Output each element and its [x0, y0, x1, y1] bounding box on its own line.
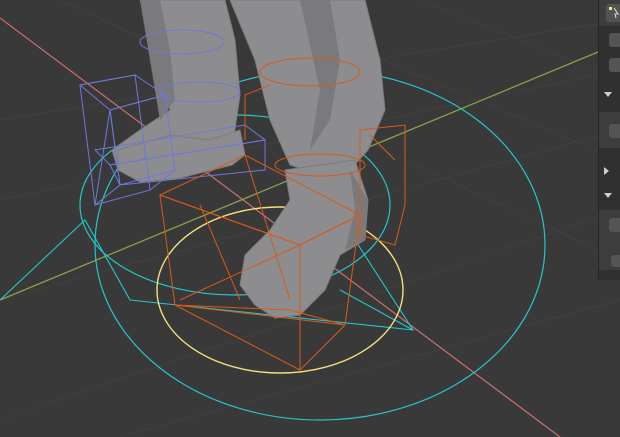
tool-icon-3[interactable]	[609, 124, 620, 138]
collapse-arrow-icon-2[interactable]	[604, 193, 612, 198]
collapse-arrow-icon[interactable]	[604, 92, 612, 97]
3d-viewport[interactable]	[0, 0, 620, 437]
tool-icon-5[interactable]	[611, 255, 620, 267]
expand-arrow-icon[interactable]	[604, 167, 609, 175]
tool-icon-1[interactable]	[609, 33, 620, 47]
tool-icon-4[interactable]	[609, 218, 620, 232]
tool-icon-2[interactable]	[609, 58, 620, 72]
cursor-tool-icon[interactable]	[606, 4, 620, 22]
viewport-canvas[interactable]	[0, 0, 620, 437]
